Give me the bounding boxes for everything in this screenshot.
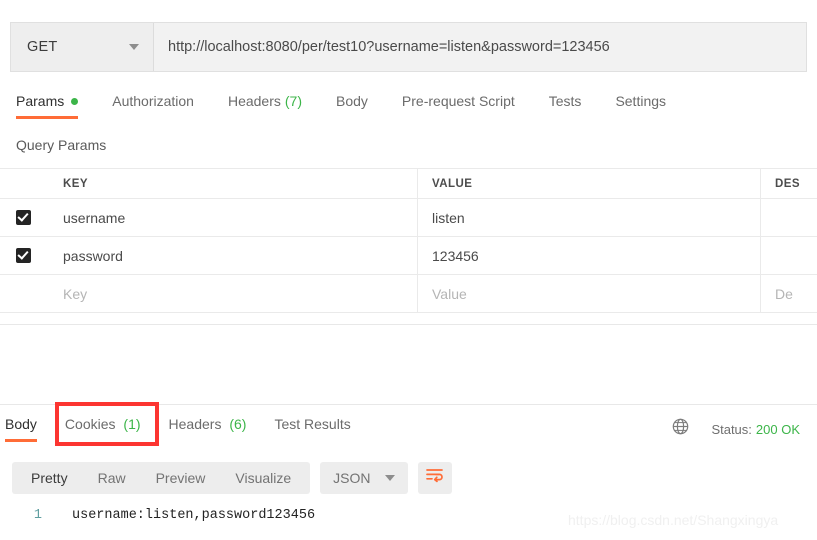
response-body-line: username:listen,password123456 [72,508,316,523]
pane-divider[interactable] [0,324,817,325]
row-value-input[interactable]: 123456 [418,237,761,274]
globe-icon [672,418,689,440]
row-value-input[interactable]: listen [418,199,761,236]
tab-headers[interactable]: Headers (7) [228,90,302,119]
row-key-input[interactable]: password [47,237,418,274]
tab-params-label: Params [16,93,65,109]
row-description-input[interactable] [761,237,817,274]
wrap-lines-button[interactable] [417,462,452,494]
header-cell-checkbox [0,169,47,198]
table-row: username listen [0,199,817,237]
tab-settings[interactable]: Settings [615,90,666,119]
tab-authorization[interactable]: Authorization [112,90,194,119]
response-pane-top-border [0,404,817,405]
header-cell-value: VALUE [418,169,761,198]
response-tab-cookies[interactable]: Cookies (1) [65,414,141,442]
response-status-group: Status: 200 OK [672,418,800,440]
request-tab-bar: Params Authorization Headers (7) Body Pr… [0,90,817,124]
status-code-value: 200 OK [755,421,800,437]
response-tab-body[interactable]: Body [5,414,37,442]
response-tab-body-label: Body [5,416,37,432]
view-mode-preview[interactable]: Preview [141,462,221,494]
http-method-label: GET [27,39,58,55]
request-url-input[interactable]: http://localhost:8080/per/test10?usernam… [154,23,806,71]
new-row-description-input[interactable]: De [761,275,817,312]
new-row-value-input[interactable]: Value [418,275,761,312]
row-description-input[interactable] [761,199,817,236]
tab-body-label: Body [336,93,368,109]
tab-pre-request-script-label: Pre-request Script [401,93,515,109]
tab-body[interactable]: Body [336,90,368,119]
row-key-input[interactable]: username [47,199,418,236]
response-tab-headers[interactable]: Headers (6) [169,414,247,442]
response-tab-cookies-label: Cookies [64,416,116,432]
tab-tests[interactable]: Tests [549,90,582,119]
tab-params[interactable]: Params [16,90,79,119]
view-mode-raw[interactable]: Raw [83,462,141,494]
response-body-viewer[interactable]: 1 username:listen,password123456 [0,508,817,523]
wrap-lines-icon [426,468,443,488]
response-tab-test-results[interactable]: Test Results [274,414,350,442]
query-params-title: Query Params [16,137,107,153]
response-format-label: JSON [333,470,371,486]
row-checkbox-cell [0,275,47,312]
row-checkbox-cell [0,237,47,274]
response-format-select[interactable]: JSON [320,462,408,494]
http-method-select[interactable]: GET [11,23,154,71]
tab-pre-request-script[interactable]: Pre-request Script [402,90,515,119]
response-tab-headers-count: (6) [229,416,247,432]
table-row-new: Key Value De [0,275,817,313]
new-row-key-input[interactable]: Key [47,275,418,312]
header-cell-description: DES [775,177,800,190]
chevron-down-icon [384,475,395,481]
tab-authorization-label: Authorization [112,93,194,109]
row-checkbox-cell [0,199,47,236]
table-row: password 123456 [0,237,817,275]
view-mode-visualize[interactable]: Visualize [220,462,306,494]
request-url-bar: GET http://localhost:8080/per/test10?use… [10,22,807,72]
response-tab-cookies-count: (1) [123,416,141,432]
tab-settings-label: Settings [615,93,667,109]
row-checkbox[interactable] [16,248,31,263]
response-tab-test-results-label: Test Results [274,416,351,432]
params-active-dot-icon [71,97,79,105]
line-number: 1 [33,508,42,523]
query-params-table: KEY VALUE DES username listen password 1… [0,168,817,313]
header-cell-key: KEY [47,169,418,198]
chevron-down-icon [129,44,139,50]
response-view-toolbar: Pretty Raw Preview Visualize JSON [12,462,452,494]
status-label: Status: 200 OK [711,422,800,437]
table-header-row: KEY VALUE DES [0,169,817,199]
response-view-mode-group: Pretty Raw Preview Visualize [12,462,311,494]
response-tab-bar: Body Cookies (1) Headers (6) Test Result… [0,414,379,446]
tab-headers-label: Headers [227,93,281,109]
status-label-text: Status: [711,421,752,437]
tab-tests-label: Tests [548,93,582,109]
response-tab-headers-label: Headers [168,416,222,432]
row-checkbox[interactable] [16,210,31,225]
view-mode-pretty[interactable]: Pretty [16,462,83,494]
tab-headers-count: (7) [284,93,302,109]
